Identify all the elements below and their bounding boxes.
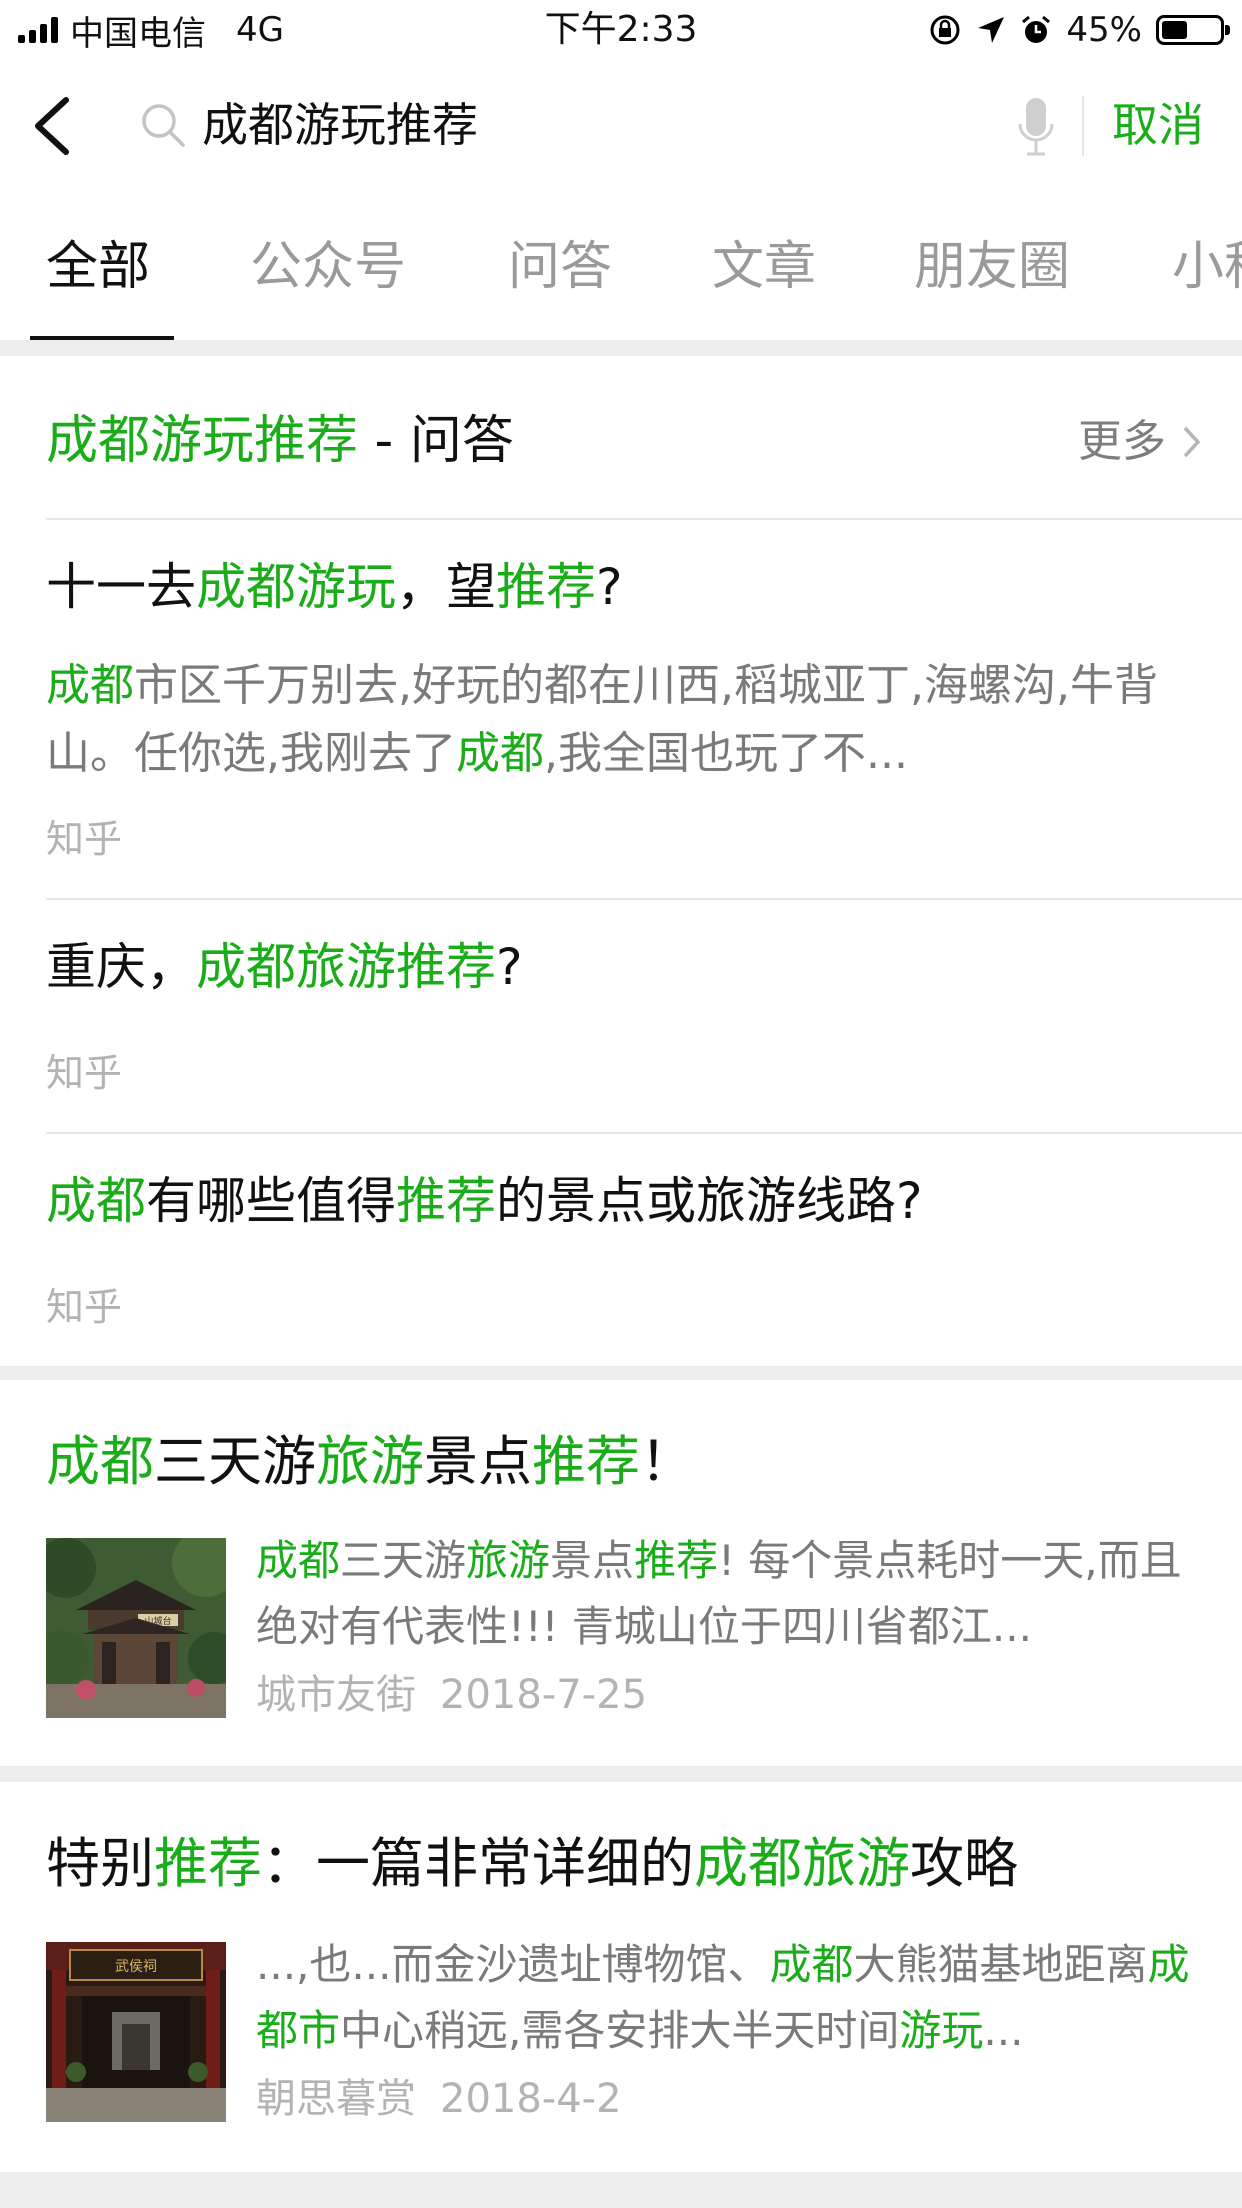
chevron-right-icon [1183, 426, 1201, 458]
text-segment: 特别 [46, 1832, 154, 1895]
alarm-icon [1022, 15, 1051, 43]
qa-item-title: 重庆，成都旅游推荐? [46, 932, 523, 1002]
microphone-icon[interactable] [1016, 96, 1056, 158]
more-button[interactable]: 更多 [1078, 410, 1202, 474]
text-segment: 有哪些值得 [146, 1172, 396, 1230]
tab-mini-programs[interactable]: 小程 [1172, 234, 1242, 300]
highlight-keyword: 推荐 [496, 558, 596, 616]
battery-percent: 45% [1066, 10, 1142, 50]
tab-articles[interactable]: 文章 [712, 234, 816, 300]
text-segment: ！ [640, 1430, 694, 1493]
qa-section-keyword: 成都游玩推荐 [46, 411, 359, 471]
text-segment: 中心稍远,需各安排大半天时间 [340, 2006, 900, 2055]
qa-item-source: 知乎 [46, 817, 123, 861]
back-icon[interactable] [24, 94, 84, 158]
battery-icon [1156, 15, 1230, 45]
text-segment: 十一去 [46, 558, 196, 616]
filter-tabs: 全部 公众号 问答 文章 朋友圈 小程 [0, 192, 1242, 340]
text-segment: ? [596, 558, 623, 616]
qa-section-suffix: - 问答 [358, 411, 514, 471]
highlight-keyword: 推荐 [154, 1832, 262, 1895]
status-bar: 中国电信 4G 下午2:33 45% [0, 0, 1242, 60]
search-input[interactable] [202, 90, 962, 160]
article-meta: 朝思暮赏 2018-4-2 [256, 2070, 622, 2128]
text-segment: ，望 [396, 558, 496, 616]
highlight-keyword: 推荐 [634, 1536, 719, 1585]
article-title: 成都三天游旅游景点推荐！ [46, 1424, 694, 1500]
highlight-keyword: 旅游 [466, 1536, 551, 1585]
qa-section-title: 成都游玩推荐 - 问答 [46, 406, 514, 476]
tab-qa[interactable]: 问答 [508, 234, 612, 300]
text-segment: ? [496, 938, 523, 996]
article-snippet: ...,也...而金沙遗址博物馆、成都大熊猫基地距离成都市中心稍远,需各安排大半… [256, 1932, 1196, 2064]
text-segment: 景点 [424, 1430, 532, 1493]
article-thumbnail: 武侯祠 [46, 1942, 226, 2122]
qa-section: 成都游玩推荐 - 问答 更多 十一去成都游玩，望推荐? 成都市区千万别去,好玩的… [0, 356, 1242, 1366]
article-author: 城市友街 [256, 1672, 416, 1718]
status-right: 45% [928, 8, 1230, 52]
text-segment: ,我全国也玩了不... [544, 728, 908, 779]
divider [46, 518, 1242, 520]
text-segment: 三天游 [154, 1430, 316, 1493]
thumbnail-sign: 山城台 [144, 1615, 171, 1627]
article-title: 特别推荐：一篇非常详细的成都旅游攻略 [46, 1826, 1018, 1902]
qa-item-title: 成都有哪些值得推荐的景点或旅游线路? [46, 1166, 923, 1236]
highlight-keyword: 推荐 [396, 1172, 496, 1230]
battery-fill [1162, 21, 1188, 39]
article-card[interactable]: 特别推荐：一篇非常详细的成都旅游攻略 武侯祠 ...,也...而金沙遗址博物馆、… [0, 1782, 1242, 2172]
text-segment: 三天游 [340, 1536, 467, 1585]
highlight-keyword: 成都 [46, 1430, 154, 1493]
temple-gate-image: 武侯祠 [46, 1942, 226, 2122]
text-segment: 攻略 [910, 1832, 1018, 1895]
highlight-keyword: 成都游玩 [196, 558, 396, 616]
cancel-button[interactable]: 取消 [1112, 90, 1204, 160]
text-segment: ...,也...而金沙遗址博物馆、 [256, 1940, 770, 1989]
article-date: 2018-7-25 [440, 1672, 648, 1718]
qa-item-source: 知乎 [46, 1285, 123, 1329]
highlight-keyword: 推荐 [532, 1430, 640, 1493]
search-icon [142, 104, 185, 147]
more-label: 更多 [1078, 416, 1166, 467]
text-segment: 大熊猫基地距离 [853, 1940, 1148, 1989]
qa-item-source: 知乎 [46, 1051, 123, 1095]
qa-item-title: 十一去成都游玩，望推荐? [46, 552, 623, 622]
highlight-keyword: 游玩 [899, 2006, 984, 2055]
text-segment: ... [983, 2006, 1024, 2055]
text-segment: 重庆， [46, 938, 196, 996]
divider [46, 1132, 1242, 1134]
search-divider [1082, 96, 1084, 156]
search-bar: 取消 [0, 60, 1242, 193]
qa-item-snippet: 成都市区千万别去,好玩的都在川西,稻城亚丁,海螺沟,牛背山。任你选,我刚去了成都… [46, 652, 1196, 788]
divider [46, 898, 1242, 900]
pavilion-image: 山城台 [46, 1538, 226, 1718]
tab-moments[interactable]: 朋友圈 [914, 234, 1070, 300]
thumbnail-sign: 武侯祠 [115, 1959, 157, 1975]
tab-all[interactable]: 全部 [46, 234, 150, 300]
highlight-keyword: 成都旅游推荐 [196, 938, 496, 996]
text-segment: ：一篇非常详细的 [262, 1832, 694, 1895]
highlight-keyword: 成都 [46, 660, 134, 711]
active-tab-indicator [30, 336, 174, 340]
highlight-keyword: 成都 [46, 1172, 146, 1230]
highlight-keyword: 成都 [256, 1536, 341, 1585]
tab-official-accounts[interactable]: 公众号 [250, 234, 406, 300]
highlight-keyword: 成都 [769, 1940, 854, 1989]
highlight-keyword: 成都 [456, 728, 544, 779]
article-card[interactable]: 成都三天游旅游景点推荐！ 山城台 成都三天游旅游景点推荐! 每个景点耗时一天,而… [0, 1380, 1242, 1766]
text-segment: 景点 [550, 1536, 635, 1585]
highlight-keyword: 旅游 [316, 1430, 424, 1493]
lock-rotation-icon [930, 15, 960, 45]
article-snippet: 成都三天游旅游景点推荐! 每个景点耗时一天,而且绝对有代表性!!! 青城山位于四… [256, 1528, 1196, 1660]
article-meta: 城市友街 2018-7-25 [256, 1666, 647, 1724]
article-author: 朝思暮赏 [256, 2076, 416, 2122]
location-icon [978, 17, 1005, 43]
article-date: 2018-4-2 [440, 2076, 622, 2122]
text-segment: 的景点或旅游线路? [496, 1172, 923, 1230]
highlight-keyword: 成都旅游 [694, 1832, 910, 1895]
article-thumbnail: 山城台 [46, 1538, 226, 1718]
